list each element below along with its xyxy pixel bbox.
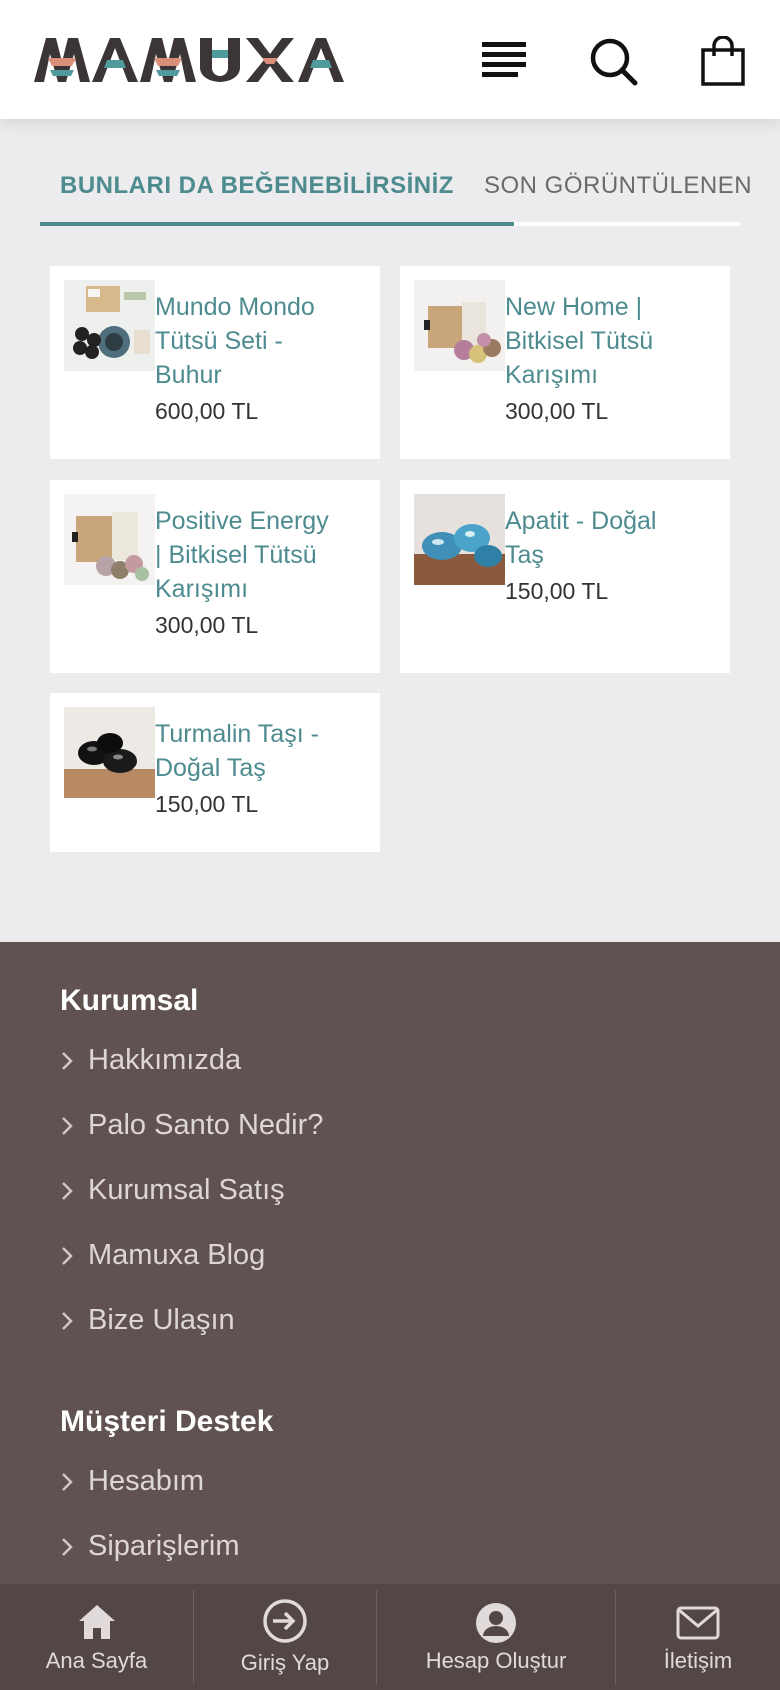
product-card[interactable]: Positive Energy | Bitkisel Tütsü Karışım… bbox=[50, 480, 380, 673]
nav-contact-label: İletişim bbox=[663, 1648, 733, 1673]
chevron-right-icon bbox=[62, 1116, 73, 1135]
tab-recommended[interactable]: BUNLARI DA BEĞENEBİLİRSİNİZ bbox=[60, 172, 454, 200]
footer-heading-musteri-destek: Müşteri Destek bbox=[60, 1405, 274, 1438]
product-name-line: Karışımı bbox=[505, 361, 599, 389]
product-price: 600,00 TL bbox=[155, 398, 259, 424]
product-price: 150,00 TL bbox=[155, 791, 259, 817]
nav-home[interactable]: Ana Sayfa bbox=[0, 1584, 193, 1690]
product-name-line: Positive Energy bbox=[155, 507, 329, 535]
product-name[interactable]: Turmalin Taşı - Doğal Taş bbox=[155, 717, 365, 785]
product-name[interactable]: Positive Energy | Bitkisel Tütsü Karışım… bbox=[155, 504, 365, 606]
footer-link-hesabim[interactable]: Hesabım bbox=[60, 1465, 204, 1498]
nav-login[interactable]: Giriş Yap bbox=[194, 1584, 376, 1690]
product-image-new-home bbox=[414, 280, 505, 371]
nav-login-label: Giriş Yap bbox=[240, 1650, 330, 1675]
site-header bbox=[0, 0, 780, 119]
footer-link-label: Hakkımızda bbox=[88, 1044, 242, 1076]
nav-contact[interactable]: İletişim bbox=[616, 1584, 780, 1690]
product-image-positive-energy bbox=[64, 494, 155, 585]
nav-home-label: Ana Sayfa bbox=[45, 1648, 148, 1673]
product-card[interactable]: Turmalin Taşı - Doğal Taş 150,00 TL bbox=[50, 693, 380, 852]
footer-link-label: Kurumsal Satış bbox=[88, 1174, 285, 1206]
product-image-apatit bbox=[414, 494, 505, 585]
product-name[interactable]: New Home | Bitkisel Tütsü Karışımı bbox=[505, 290, 715, 392]
product-image-turmalin bbox=[64, 707, 155, 798]
product-name-line: Taş bbox=[505, 541, 544, 569]
product-name-line: Bitkisel Tütsü bbox=[505, 327, 654, 355]
footer-link-label: Hesabım bbox=[88, 1465, 205, 1497]
product-name-line: Turmalin Taşı - bbox=[155, 720, 319, 748]
tab-underline-active bbox=[40, 222, 514, 226]
product-name-line: Karışımı bbox=[155, 575, 249, 603]
product-price: 150,00 TL bbox=[505, 578, 609, 604]
footer-link-bize-ulasin[interactable]: Bize Ulaşın bbox=[60, 1304, 235, 1337]
user-icon bbox=[476, 1603, 516, 1643]
product-name-line: | Bitkisel Tütsü bbox=[155, 541, 317, 569]
footer-link-label: Bize Ulaşın bbox=[88, 1304, 235, 1336]
menu-icon[interactable] bbox=[478, 36, 530, 88]
product-name-line: Doğal Taş bbox=[155, 754, 266, 782]
mamuxa-logo[interactable] bbox=[34, 36, 356, 84]
product-card[interactable]: New Home | Bitkisel Tütsü Karışımı 300,0… bbox=[400, 266, 730, 459]
chevron-right-icon bbox=[62, 1181, 73, 1200]
login-icon bbox=[263, 1599, 307, 1643]
footer-link-kurumsal-satis[interactable]: Kurumsal Satış bbox=[60, 1174, 285, 1207]
chevron-right-icon bbox=[62, 1246, 73, 1265]
product-name[interactable]: Mundo Mondo Tütsü Seti - Buhur bbox=[155, 290, 365, 392]
nav-register[interactable]: Hesap Oluştur bbox=[377, 1584, 615, 1690]
footer-link-siparislerim[interactable]: Siparişlerim bbox=[60, 1530, 239, 1563]
search-icon[interactable] bbox=[588, 36, 640, 88]
chevron-right-icon bbox=[62, 1311, 73, 1330]
product-name-line: Mundo Mondo bbox=[155, 293, 315, 321]
product-tabs: BUNLARI DA BEĞENEBİLİRSİNİZ SON GÖRÜNTÜL… bbox=[40, 160, 752, 226]
product-card[interactable]: Apatit - Doğal Taş 150,00 TL bbox=[400, 480, 730, 673]
product-name-line: New Home | bbox=[505, 293, 643, 321]
product-name-line: Tütsü Seti - bbox=[155, 327, 283, 355]
chevron-right-icon bbox=[62, 1472, 73, 1491]
nav-register-label: Hesap Oluştur bbox=[425, 1648, 567, 1673]
footer-heading-kurumsal: Kurumsal bbox=[60, 984, 199, 1017]
footer-link-label: Siparişlerim bbox=[88, 1530, 240, 1562]
product-price: 300,00 TL bbox=[505, 398, 609, 424]
product-card[interactable]: Mundo Mondo Tütsü Seti - Buhur 600,00 TL bbox=[50, 266, 380, 459]
bottom-navigation: Ana Sayfa Giriş Yap Hesap Oluştur İletiş… bbox=[0, 1584, 780, 1690]
product-name-line: Buhur bbox=[155, 361, 222, 389]
footer-link-hakkimizda[interactable]: Hakkımızda bbox=[60, 1044, 241, 1077]
footer-link-label: Palo Santo Nedir? bbox=[88, 1109, 324, 1141]
footer-link-label: Mamuxa Blog bbox=[88, 1239, 266, 1271]
product-name-line: Apatit - Doğal bbox=[505, 507, 657, 535]
mail-icon bbox=[676, 1606, 720, 1640]
product-name[interactable]: Apatit - Doğal Taş bbox=[505, 504, 715, 572]
product-price: 300,00 TL bbox=[155, 612, 259, 638]
home-icon bbox=[78, 1605, 115, 1639]
product-image-incense-set bbox=[64, 280, 155, 371]
footer-link-blog[interactable]: Mamuxa Blog bbox=[60, 1239, 265, 1272]
chevron-right-icon bbox=[62, 1051, 73, 1070]
site-footer: Kurumsal Hakkımızda Palo Santo Nedir? Ku… bbox=[0, 942, 780, 1690]
shopping-bag-icon[interactable] bbox=[698, 36, 750, 88]
tab-recently-viewed[interactable]: SON GÖRÜNTÜLENEN bbox=[484, 172, 752, 200]
chevron-right-icon bbox=[62, 1537, 73, 1556]
footer-link-palo-santo[interactable]: Palo Santo Nedir? bbox=[60, 1109, 323, 1142]
